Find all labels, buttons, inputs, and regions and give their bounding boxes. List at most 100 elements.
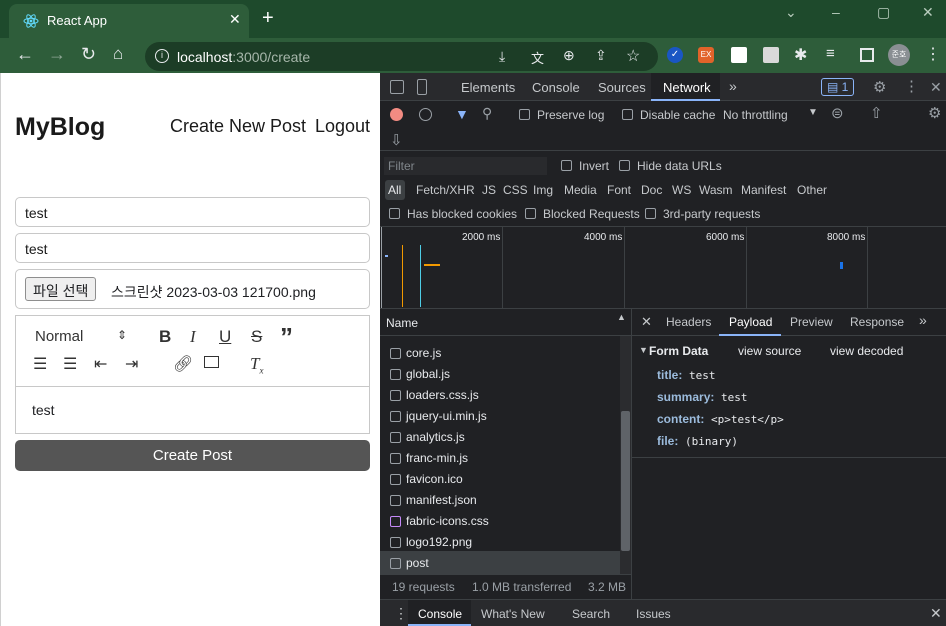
title-input[interactable]: test [15,197,370,227]
name-column-header[interactable]: Name ▲ [380,309,631,336]
bullet-list-icon[interactable]: ☰ [63,354,77,374]
view-decoded-link[interactable]: view decoded [830,344,903,358]
settings-gear-icon[interactable]: ⚙ [873,78,886,96]
preserve-log-checkbox[interactable] [519,109,530,120]
tab-elements[interactable]: Elements [461,80,515,95]
zoom-icon[interactable]: ⊕ [563,47,575,64]
inspect-element-icon[interactable] [390,80,404,94]
type-filter-css[interactable]: CSS [503,183,528,197]
extension-doc-icon[interactable] [731,47,747,63]
form-data-heading[interactable]: Form Data [649,344,708,358]
ordered-list-icon[interactable]: ☰ [33,354,47,374]
type-filter-fetch[interactable]: Fetch/XHR [416,183,475,197]
back-icon[interactable]: ← [16,44,34,65]
close-drawer-icon[interactable]: ✕ [930,605,942,622]
invert-checkbox[interactable] [561,160,572,171]
type-filter-img[interactable]: Img [533,183,553,197]
tab-network[interactable]: Network [663,80,711,95]
new-tab-icon[interactable]: + [262,8,274,28]
create-post-link[interactable]: Create New Post [170,116,306,137]
more-tabs-icon[interactable]: » [729,78,737,94]
type-filter-all[interactable]: All [388,183,401,197]
detail-tab-payload[interactable]: Payload [729,315,772,329]
underline-icon[interactable]: U [219,327,231,347]
outdent-icon[interactable]: ⇤ [94,354,107,374]
more-detail-tabs-icon[interactable]: » [919,312,927,328]
profile-avatar[interactable]: 준호 [888,44,910,66]
view-source-link[interactable]: view source [738,344,801,358]
bold-icon[interactable]: B [159,327,171,347]
filter-input[interactable]: Filter [384,157,547,175]
throttling-select[interactable]: No throttling [723,108,788,122]
summary-input[interactable]: test [15,233,370,263]
italic-icon[interactable]: I [190,327,196,347]
clear-format-icon[interactable]: Tx [250,354,263,375]
drawer-tab-issues[interactable]: Issues [636,607,671,621]
type-filter-doc[interactable]: Doc [641,183,662,197]
filter-icon[interactable]: ▼ [455,106,469,122]
blocked-cookies-checkbox[interactable] [389,208,400,219]
indent-icon[interactable]: ⇥ [125,354,138,374]
devtools-menu-icon[interactable]: ⋮ [904,77,919,95]
expand-triangle-icon[interactable]: ▼ [639,345,648,355]
forward-icon[interactable]: → [48,44,66,65]
media-control-icon[interactable]: ≡ [826,45,835,62]
type-filter-manifest[interactable]: Manifest [741,183,786,197]
export-har-icon[interactable]: ⇩ [390,131,403,149]
device-toolbar-icon[interactable] [417,79,427,95]
issues-badge[interactable]: ▤ 1 [821,78,854,96]
drawer-tab-console[interactable]: Console [418,607,462,621]
type-filter-js[interactable]: JS [482,183,496,197]
detail-tab-response[interactable]: Response [850,315,904,329]
drawer-tab-search[interactable]: Search [572,607,610,621]
bookmark-star-icon[interactable]: ☆ [626,46,640,66]
link-icon[interactable]: 🔗︎ [173,354,193,374]
translate-icon[interactable]: 文 [531,48,544,67]
extension-gray-icon[interactable] [763,47,779,63]
create-post-button[interactable]: Create Post [15,440,370,471]
throttling-dropdown-icon[interactable]: ▼ [808,107,818,118]
extensions-puzzle-icon[interactable]: ✱ [794,45,807,65]
import-har-icon[interactable]: ⇧ [870,104,883,122]
install-icon[interactable]: ⤓ [499,48,505,65]
blockquote-icon[interactable]: ” [280,322,293,353]
timeline-overview[interactable]: 2000 ms 4000 ms 6000 ms 8000 ms [380,227,946,308]
reload-icon[interactable]: ↻ [81,44,96,65]
image-icon[interactable] [204,356,219,368]
file-input[interactable]: 파일 선택 스크린샷 2023-03-03 121700.png [15,269,370,309]
type-filter-font[interactable]: Font [607,183,631,197]
sort-asc-icon[interactable]: ▲ [617,312,626,322]
share-icon[interactable]: ⇪ [595,47,607,64]
hide-data-urls-checkbox[interactable] [619,160,630,171]
close-tab-icon[interactable]: ✕ [229,11,241,28]
type-filter-other[interactable]: Other [797,183,827,197]
record-icon[interactable] [390,108,403,121]
heading-select[interactable]: Normal [35,328,83,345]
file-choose-button[interactable]: 파일 선택 [25,277,97,301]
network-conditions-icon[interactable]: ⊜ [831,104,844,122]
close-window-icon[interactable]: ✕ [922,4,934,21]
detail-tab-preview[interactable]: Preview [790,315,833,329]
type-filter-ws[interactable]: WS [672,183,691,197]
close-detail-icon[interactable]: ✕ [641,314,652,330]
menu-kebab-icon[interactable]: ⋮ [925,44,941,64]
home-icon[interactable]: ⌂ [113,44,123,64]
site-logo[interactable]: MyBlog [15,113,105,142]
editor-content[interactable]: test [32,402,55,418]
clear-icon[interactable] [419,108,432,121]
type-filter-media[interactable]: Media [564,183,597,197]
drawer-menu-icon[interactable]: ⋮ [394,605,408,622]
type-filter-wasm[interactable]: Wasm [699,183,733,197]
blocked-requests-checkbox[interactable] [525,208,536,219]
strike-icon[interactable]: S [251,327,262,347]
scrollbar-thumb[interactable] [621,411,630,551]
third-party-checkbox[interactable] [645,208,656,219]
address-bar[interactable]: i localhost:3000/create ⤓ 文 ⊕ ⇪ ☆ [145,42,658,71]
tab-console[interactable]: Console [532,80,580,95]
extension-ex-icon[interactable]: EX [698,47,714,63]
tab-sources[interactable]: Sources [598,80,646,95]
close-devtools-icon[interactable]: ✕ [930,79,942,96]
tab-search-icon[interactable]: ⌄ [785,4,797,21]
detail-tab-headers[interactable]: Headers [666,315,711,329]
info-icon[interactable]: i [155,49,169,63]
